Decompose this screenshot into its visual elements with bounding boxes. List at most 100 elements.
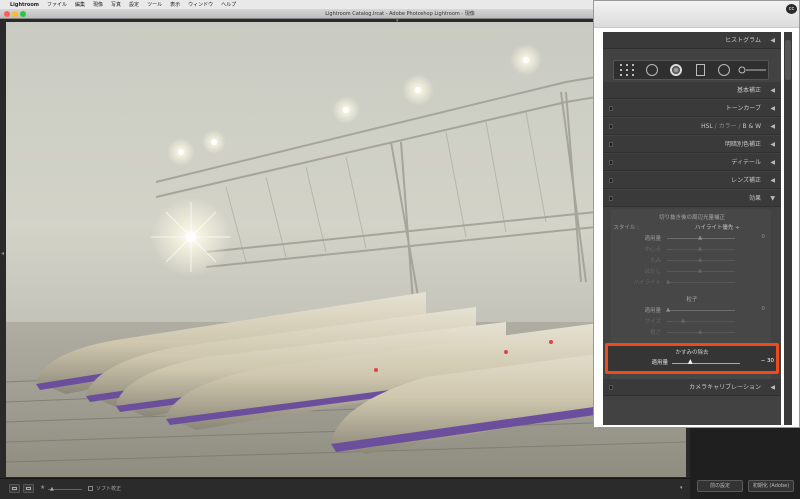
spot-removal-tool-icon[interactable] (646, 64, 658, 76)
slider-grain-amount[interactable]: 適用量 ▲ 0 (603, 306, 781, 314)
panel-switch-toggle[interactable] (609, 196, 613, 201)
inset-window-top: cc (594, 1, 799, 28)
panel-scrollbar[interactable] (784, 32, 792, 425)
slider-track[interactable] (672, 363, 740, 364)
scrollbar-thumb[interactable] (785, 40, 791, 80)
section-histogram[interactable]: ヒストグラム ◀ (603, 32, 781, 49)
zoom-slider-thumb[interactable]: ▲ (50, 486, 54, 492)
panel-switch-toggle[interactable] (609, 178, 613, 183)
menu-develop[interactable]: 現像 (93, 1, 103, 8)
slider-label: サイズ (644, 319, 661, 325)
slider-label: 適用量 (651, 360, 668, 366)
bottom-toolbar: ★ ▲ ソフト校正 ▾ (0, 478, 690, 499)
reset-button[interactable]: 初期化 (Adobe) (748, 480, 794, 492)
menu-tools[interactable]: ツール (147, 1, 162, 8)
slider-vignette-roundness[interactable]: 丸み ▲ (603, 256, 781, 264)
menu-window[interactable]: ウィンドウ (188, 1, 213, 8)
slider-label: 適用量 (644, 308, 661, 314)
collapse-icon: ◀ (770, 384, 775, 391)
grain-title: 粒子 (686, 297, 698, 303)
menu-settings[interactable]: 設定 (129, 1, 139, 8)
collapse-icon: ◀ (770, 105, 775, 112)
section-effects[interactable]: 効果 ▼ (603, 190, 781, 207)
red-eye-tool-icon[interactable] (670, 64, 682, 76)
menu-photo[interactable]: 写真 (111, 1, 121, 8)
before-after-view-button[interactable] (23, 484, 34, 493)
slider-thumb[interactable]: ▲ (698, 234, 702, 242)
slider-grain-roughness[interactable]: 粗さ ▲ (603, 328, 781, 336)
zoom-slider[interactable]: ▲ (48, 485, 82, 493)
slider-thumb[interactable]: ▲ (666, 278, 670, 286)
slider-value[interactable]: − 30 (750, 358, 774, 364)
menu-edit[interactable]: 編集 (75, 1, 85, 8)
left-panel-toggle-icon[interactable]: ◂ (1, 250, 4, 257)
menu-view[interactable]: 表示 (170, 1, 180, 8)
section-detail[interactable]: ディテール ◀ (603, 154, 781, 171)
slider-track[interactable] (667, 310, 735, 311)
slider-label: 丸み (649, 258, 661, 264)
slider-value[interactable]: 0 (745, 306, 766, 312)
previous-settings-button[interactable]: 前の設定 (697, 480, 743, 492)
softproof-label: ソフト校正 (96, 486, 122, 492)
vignette-title: 切り抜き後の周辺光量補正 (658, 215, 725, 221)
slider-track[interactable] (667, 321, 735, 322)
slider-vignette-amount[interactable]: 適用量 ▲ 0 (603, 234, 781, 242)
vignette-style-dropdown[interactable]: ハイライト優先 ÷ (695, 223, 740, 231)
slider-vignette-feather[interactable]: ぼかし ▲ (603, 267, 781, 275)
menu-app-name[interactable]: Lightroom (10, 2, 39, 8)
section-camera-calibration[interactable]: カメラキャリブレーション ◀ (603, 379, 781, 396)
slider-thumb[interactable]: ▲ (681, 317, 685, 325)
collapse-icon: ◀ (770, 159, 775, 166)
collapse-icon: ◀ (770, 87, 775, 94)
menu-help[interactable]: ヘルプ (221, 1, 236, 8)
loupe-view-button[interactable] (9, 484, 20, 493)
slider-grain-size[interactable]: サイズ ▲ (603, 317, 781, 325)
softproof-checkbox[interactable] (88, 486, 93, 491)
section-tone-curve[interactable]: トーンカーブ ◀ (603, 100, 781, 117)
panel-switch-toggle[interactable] (609, 160, 613, 165)
tool-strip (613, 60, 769, 80)
radial-filter-tool-icon[interactable] (718, 64, 730, 76)
slider-thumb[interactable]: ▲ (666, 306, 670, 314)
star-icon: ★ (40, 484, 46, 491)
photo-preview[interactable] (6, 22, 686, 477)
collapse-icon: ◀ (770, 141, 775, 148)
section-detail-label: ディテール (731, 159, 761, 166)
foggy-train-yard-photo (6, 22, 686, 477)
creative-cloud-icon[interactable]: cc (786, 4, 797, 14)
section-lens-corrections[interactable]: レンズ補正 ◀ (603, 172, 781, 189)
slider-thumb[interactable]: ▲ (698, 267, 702, 275)
slider-vignette-midpoint[interactable]: 中心点 ▲ (603, 245, 781, 253)
adjustment-brush-tool-icon[interactable] (738, 66, 766, 74)
slider-dehaze-amount[interactable]: 適用量 ▲ − 30 (608, 358, 776, 368)
menu-file[interactable]: ファイル (47, 1, 67, 8)
slider-thumb[interactable]: ▲ (698, 328, 702, 336)
slider-thumb[interactable]: ▲ (698, 256, 702, 264)
section-camera-calibration-label: カメラキャリブレーション (689, 384, 761, 391)
collapse-icon: ◀ (770, 123, 775, 130)
section-split-toning[interactable]: 明暗別色補正 ◀ (603, 136, 781, 153)
graduated-filter-tool-icon[interactable] (696, 64, 705, 76)
panel-switch-toggle[interactable] (609, 124, 613, 129)
expand-icon: ▼ (770, 195, 775, 202)
slider-value[interactable]: 0 (745, 234, 766, 240)
toolbar-menu-arrow-icon[interactable]: ▾ (680, 485, 683, 491)
panel-switch-toggle[interactable] (609, 142, 613, 147)
collapse-icon: ◀ (770, 177, 775, 184)
slider-track[interactable] (667, 282, 735, 283)
panel-switch-toggle[interactable] (609, 385, 613, 390)
dehaze-title: かすみの除去 (675, 350, 709, 356)
panel-switch-toggle[interactable] (609, 106, 613, 111)
slider-thumb[interactable]: ▲ (698, 245, 702, 253)
section-hsl-label: HSL (701, 123, 713, 130)
lightroom-window: Lightroom ファイル 編集 現像 写真 設定 ツール 表示 ウィンドウ … (0, 0, 800, 499)
section-hsl[interactable]: HSL / カラー / B & W ◀ (603, 118, 781, 135)
section-basic-label: 基本補正 (736, 87, 761, 94)
crop-overlay-tool-icon[interactable] (620, 64, 634, 76)
slider-thumb[interactable]: ▲ (688, 358, 693, 365)
collapse-icon: ◀ (770, 37, 775, 44)
slider-label: ぼかし (644, 269, 661, 275)
section-basic[interactable]: 基本補正 ◀ (603, 82, 781, 99)
section-hsl-bw-label: B & W (742, 123, 761, 130)
slider-vignette-highlights[interactable]: ハイライト ▲ (603, 278, 781, 286)
